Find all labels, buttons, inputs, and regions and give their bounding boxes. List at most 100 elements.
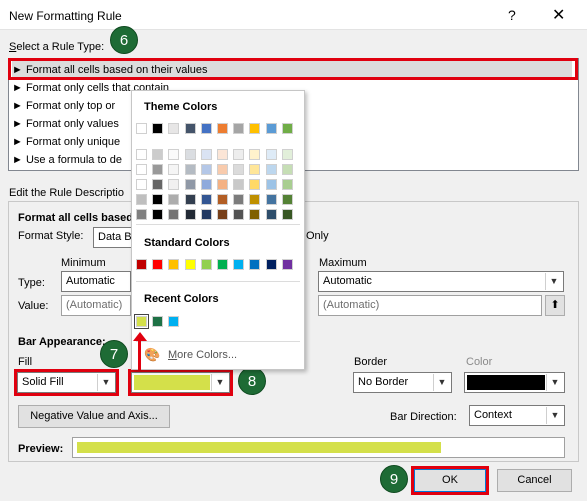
- theme-color-shade-swatch[interactable]: [281, 194, 293, 205]
- chevron-down-icon[interactable]: ▼: [546, 374, 563, 391]
- theme-color-shade-swatch[interactable]: [168, 194, 180, 205]
- chevron-down-icon[interactable]: ▼: [433, 374, 450, 391]
- theme-color-swatch[interactable]: [152, 123, 164, 134]
- rule-heading: Format all cells based: [18, 212, 133, 224]
- fill-label: Fill: [18, 356, 33, 368]
- cancel-button[interactable]: Cancel: [497, 469, 572, 492]
- standard-color-swatch[interactable]: [200, 259, 212, 270]
- standard-color-swatch[interactable]: [168, 259, 180, 270]
- standard-color-swatch[interactable]: [249, 259, 261, 270]
- theme-color-swatch[interactable]: [265, 123, 277, 134]
- theme-color-swatch[interactable]: [184, 123, 196, 134]
- theme-color-shade-swatch[interactable]: [233, 179, 245, 190]
- theme-color-shade-swatch[interactable]: [136, 194, 147, 205]
- theme-color-shade-swatch[interactable]: [152, 194, 164, 205]
- theme-color-shade-swatch[interactable]: [136, 209, 147, 220]
- standard-color-swatch[interactable]: [233, 259, 245, 270]
- theme-color-shade-swatch[interactable]: [265, 209, 277, 220]
- standard-color-swatch[interactable]: [265, 259, 277, 270]
- theme-color-shade-swatch[interactable]: [136, 149, 147, 160]
- theme-color-shade-swatch[interactable]: [184, 179, 196, 190]
- theme-color-shade-swatch[interactable]: [152, 179, 164, 190]
- theme-color-shade-swatch[interactable]: [168, 149, 180, 160]
- theme-color-swatch[interactable]: [249, 123, 261, 134]
- chevron-down-icon[interactable]: ▼: [546, 407, 563, 424]
- theme-color-shade-swatch[interactable]: [249, 164, 261, 175]
- bar-direction-label: Bar Direction:: [390, 411, 457, 423]
- divider: [136, 281, 300, 282]
- preview-box: [72, 437, 565, 458]
- preview-bar: [77, 442, 441, 453]
- theme-color-shade-swatch[interactable]: [217, 179, 228, 190]
- chevron-down-icon[interactable]: ▼: [545, 273, 562, 290]
- theme-color-swatch[interactable]: [168, 123, 180, 134]
- theme-color-shade-swatch[interactable]: [200, 164, 212, 175]
- theme-color-shade-swatch[interactable]: [184, 164, 196, 175]
- theme-color-shade-swatch[interactable]: [200, 149, 212, 160]
- theme-color-shade-swatch[interactable]: [233, 149, 245, 160]
- negative-value-axis-label: Negative Value and Axis...: [30, 410, 158, 422]
- max-type-select[interactable]: Automatic ▼: [318, 271, 564, 292]
- theme-color-shade-swatch[interactable]: [168, 164, 180, 175]
- theme-color-shade-swatch[interactable]: [152, 164, 164, 175]
- theme-color-shade-swatch[interactable]: [233, 194, 245, 205]
- standard-color-swatch[interactable]: [152, 259, 164, 270]
- recent-color-swatch[interactable]: [152, 316, 164, 327]
- rule-selection-highlight: [8, 58, 578, 80]
- theme-color-shade-swatch[interactable]: [281, 179, 293, 190]
- theme-color-shade-swatch[interactable]: [265, 179, 277, 190]
- max-value-input[interactable]: (Automatic): [318, 295, 542, 316]
- standard-color-swatch[interactable]: [184, 259, 196, 270]
- theme-color-shade-swatch[interactable]: [152, 209, 164, 220]
- theme-color-shade-swatch[interactable]: [200, 179, 212, 190]
- border-type-select[interactable]: No Border ▼: [353, 372, 452, 393]
- theme-color-shade-swatch[interactable]: [184, 194, 196, 205]
- collapse-range-button[interactable]: ⬆: [545, 295, 565, 316]
- min-type-select[interactable]: Automatic: [61, 271, 131, 292]
- rule-item-label: ► Format only top or: [12, 100, 116, 112]
- theme-color-swatch[interactable]: [200, 123, 212, 134]
- theme-color-shade-swatch[interactable]: [168, 209, 180, 220]
- theme-color-shade-swatch[interactable]: [168, 179, 180, 190]
- theme-color-shade-swatch[interactable]: [265, 164, 277, 175]
- theme-color-swatch[interactable]: [233, 123, 245, 134]
- more-colors-link[interactable]: More Colors...: [168, 349, 237, 361]
- theme-color-shade-swatch[interactable]: [136, 164, 147, 175]
- theme-color-shade-swatch[interactable]: [249, 179, 261, 190]
- theme-color-shade-swatch[interactable]: [249, 194, 261, 205]
- theme-color-shade-swatch[interactable]: [217, 194, 228, 205]
- theme-color-shade-swatch[interactable]: [152, 149, 164, 160]
- border-label: Border: [354, 356, 388, 368]
- theme-color-shade-swatch[interactable]: [281, 164, 293, 175]
- theme-color-swatch[interactable]: [136, 123, 147, 134]
- close-icon[interactable]: ✕: [552, 5, 565, 25]
- theme-color-shade-swatch[interactable]: [233, 209, 245, 220]
- theme-color-shade-swatch[interactable]: [281, 209, 293, 220]
- negative-value-axis-button[interactable]: Negative Value and Axis...: [18, 405, 170, 428]
- theme-color-shade-swatch[interactable]: [249, 149, 261, 160]
- divider: [136, 224, 300, 225]
- help-button[interactable]: ?: [508, 7, 516, 23]
- recent-color-swatch[interactable]: [168, 316, 180, 327]
- standard-color-swatch[interactable]: [136, 259, 147, 270]
- theme-color-shade-swatch[interactable]: [233, 164, 245, 175]
- theme-color-shade-swatch[interactable]: [265, 194, 277, 205]
- standard-color-swatch[interactable]: [217, 259, 228, 270]
- theme-color-shade-swatch[interactable]: [249, 209, 261, 220]
- theme-color-swatch[interactable]: [217, 123, 228, 134]
- border-color-select[interactable]: ▼: [464, 372, 565, 393]
- theme-color-shade-swatch[interactable]: [217, 164, 228, 175]
- bar-direction-select[interactable]: Context ▼: [469, 405, 565, 426]
- theme-color-shade-swatch[interactable]: [281, 149, 293, 160]
- standard-color-swatch[interactable]: [281, 259, 293, 270]
- min-value-input[interactable]: (Automatic): [61, 295, 131, 316]
- theme-color-shade-swatch[interactable]: [217, 209, 228, 220]
- theme-color-shade-swatch[interactable]: [265, 149, 277, 160]
- theme-color-shade-swatch[interactable]: [200, 194, 212, 205]
- theme-color-shade-swatch[interactable]: [184, 209, 196, 220]
- theme-color-shade-swatch[interactable]: [184, 149, 196, 160]
- theme-color-swatch[interactable]: [281, 123, 293, 134]
- theme-color-shade-swatch[interactable]: [136, 179, 147, 190]
- theme-color-shade-swatch[interactable]: [217, 149, 228, 160]
- theme-color-shade-swatch[interactable]: [200, 209, 212, 220]
